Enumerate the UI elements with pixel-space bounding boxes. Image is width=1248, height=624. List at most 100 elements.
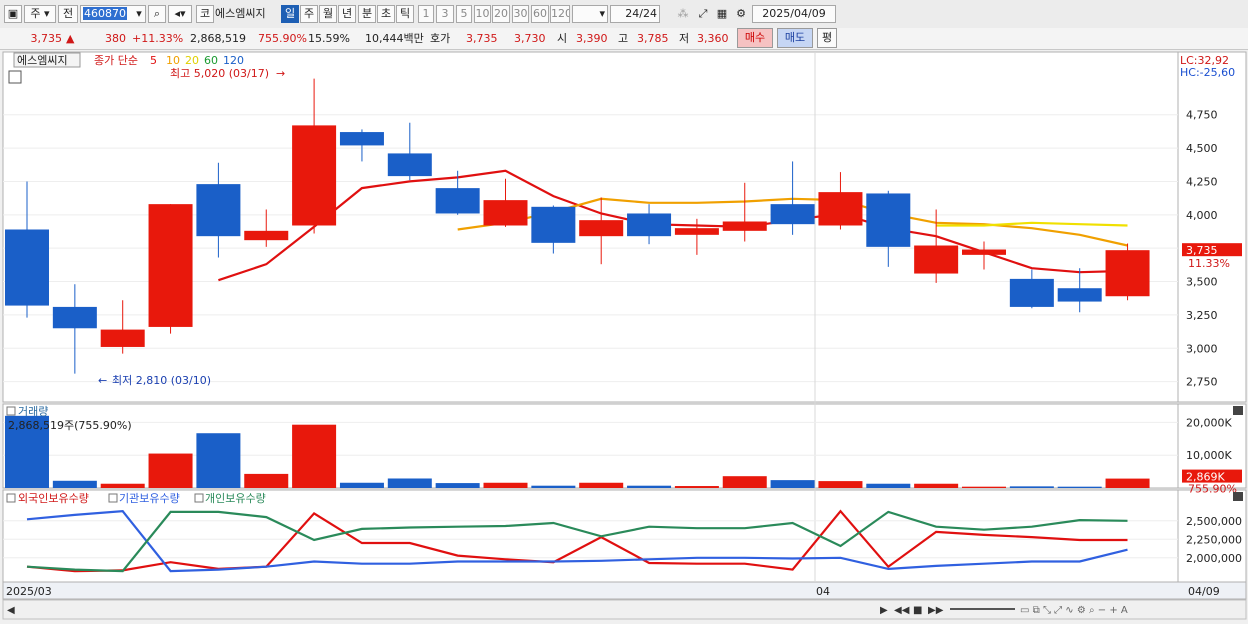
price-tick-label: 3,250 [1186,309,1218,322]
interval-button-1[interactable]: 3 [436,5,454,23]
candle-body [866,193,911,247]
price-tick-label: 3,000 [1186,342,1218,355]
toolbar: ▣ 주 ▾ 전 460870 ▾ ⌕ ◂▾ 코 에스엠씨지 일주월년분초틱 13… [0,0,1248,29]
interval-button-4[interactable]: 20 [492,5,510,23]
legend-foreign: 외국인보유수량 [18,492,89,505]
ma-legend-120: 120 [223,54,244,67]
interval-button-0[interactable]: 1 [418,5,434,23]
candle-body [196,184,241,237]
market-code-button[interactable]: 코 [196,5,214,23]
chevron-down-icon[interactable]: ▾ [133,5,146,23]
stock-chart[interactable]: 2,7503,0003,2503,5003,7504,0004,2504,500… [0,50,1248,621]
volume-tick-label: 10,000K [1186,449,1232,462]
last-volume-pct-label: 755.90% [1188,483,1237,496]
candle-body [1009,278,1054,307]
sell-button[interactable]: 매도 [777,28,813,48]
drawing-tools-icon[interactable]: ▭ ⧉ ⤡ ⤢ ∿ ⚙ ⌕ − + A [1020,605,1128,616]
period-button-1[interactable]: 주 [300,5,318,23]
rewind-icon[interactable]: ◀◀ [894,605,910,616]
period-button-3[interactable]: 년 [338,5,356,23]
candle-body [387,153,432,177]
bid-price: 3,730 [514,32,546,45]
volume-toggle-icon[interactable] [6,406,16,416]
volume-bar [387,478,432,488]
interval-dropdown[interactable]: ▾ [572,5,608,23]
ma-legend-10: 10 [166,54,180,67]
ma-legend-60: 60 [204,54,218,67]
candle-body [483,200,528,226]
ma-legend-20: 20 [185,54,199,67]
candle-body [579,220,624,237]
stock-name-tag: 에스엠씨지 [17,54,68,67]
holders-tick-label: 2,250,000 [1186,533,1242,546]
interval-button-7[interactable]: 120 [550,5,570,23]
volume-bar [292,424,337,488]
hoga-label: 호가 [430,32,451,45]
candle-body [722,221,767,231]
chart-area: 2,7503,0003,2503,5003,7504,0004,2504,500… [0,50,1248,621]
period-button-6[interactable]: 틱 [396,5,414,23]
x-label-end: 04/09 [1188,585,1220,598]
volume-bar [962,486,1006,488]
interval-button-6[interactable]: 60 [531,5,549,23]
volume-bar [483,482,528,488]
gear-icon[interactable]: ⚙ [732,5,750,23]
quote-bar: 3,735 ▲ 380 +11.33% 2,868,519 755.90% 15… [0,28,1248,50]
count-input[interactable]: 24/24 [610,5,660,23]
date-input[interactable]: 2025/04/09 [752,5,836,23]
volume-bar [914,483,959,488]
holders-toggle-icon[interactable] [6,493,16,503]
volume-panel-close-icon[interactable] [1233,406,1243,415]
candle-body [52,306,97,329]
price-tick-label: 4,750 [1186,109,1218,122]
table-toggle-icon[interactable] [8,70,22,84]
period-button-5[interactable]: 초 [377,5,395,23]
scroll-left-icon[interactable]: ◀ [7,605,15,616]
volume-bar [1105,478,1150,488]
right-arrow-icon: → [276,67,285,80]
current-price: 3,735 [30,32,63,45]
market-select[interactable]: 주 ▾ [24,5,56,23]
forward-icon[interactable]: ▶▶ [928,605,944,616]
left-arrow-icon: ← [98,374,107,387]
save-icon[interactable]: ▦ [713,5,731,23]
inst-toggle-icon[interactable] [108,493,118,503]
ma-legend-5: 5 [150,54,157,67]
volume-bar [52,480,97,488]
interval-button-5[interactable]: 30 [512,5,529,23]
scroll-right-icon[interactable]: ▶ [880,605,888,616]
eval-button[interactable]: 평 [817,28,837,48]
period-button-4[interactable]: 분 [358,5,376,23]
search-icon[interactable]: ⌕ [148,5,166,23]
interval-button-2[interactable]: 5 [456,5,472,23]
stop-icon[interactable]: ■ [913,605,922,616]
candle-body [531,206,576,243]
holders-panel-close-icon[interactable] [1233,492,1243,501]
buy-button[interactable]: 매수 [737,28,773,48]
low-label: 저 [679,32,690,45]
indiv-toggle-icon[interactable] [194,493,204,503]
volume-bar [100,483,145,488]
legend-indiv: 개인보유수량 [205,492,266,505]
draw-icon[interactable]: ⤢ [694,5,712,23]
stock-name: 에스엠씨지 [215,7,266,20]
candle-body [1057,288,1102,302]
period-button-2[interactable]: 월 [319,5,337,23]
legend-inst: 기관보유수량 [119,492,180,505]
prev-select[interactable]: 전 [58,5,78,23]
price-tick-label: 4,500 [1186,142,1218,155]
price-tick-label: 3,500 [1186,276,1218,289]
window-menu-icon[interactable]: ▣ [4,5,22,23]
volume-bar [579,482,624,488]
speaker-icon[interactable]: ◂▾ [168,5,192,23]
turnover-rate: 15.59% [308,32,350,45]
candle-body [627,213,672,237]
candle-body [674,228,719,235]
volume-bar [627,485,672,488]
interval-button-3[interactable]: 10 [474,5,491,23]
candle-body [770,204,815,225]
tool-icon[interactable]: ⁂ [674,5,692,23]
ask-price: 3,735 [466,32,498,45]
period-button-0[interactable]: 일 [281,5,299,23]
max-price-label: 최고 5,020 (03/17) [170,67,269,80]
